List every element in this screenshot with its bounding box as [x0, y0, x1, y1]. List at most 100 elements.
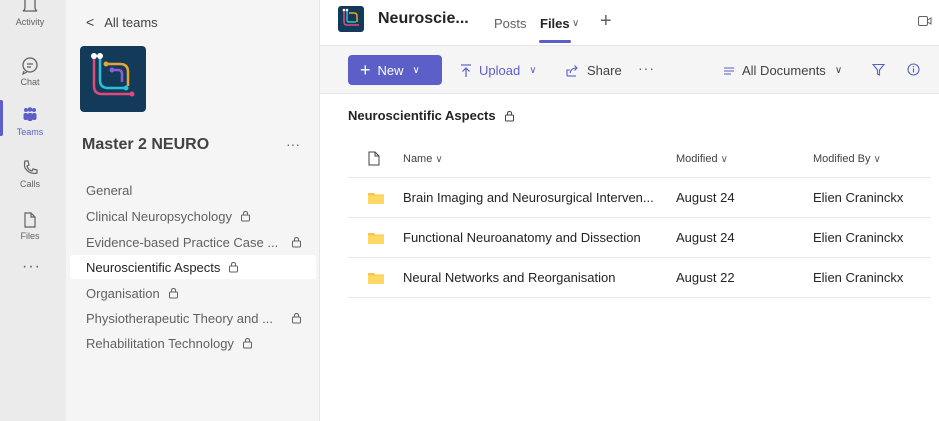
more-options-icon[interactable]: ··· [638, 60, 655, 76]
rail-item-chat[interactable]: Chat [0, 56, 60, 87]
file-modified-by: Elien Craninckx [813, 230, 904, 245]
folder-icon [368, 233, 384, 244]
file-modified: August 24 [676, 190, 735, 205]
channel-header: Neuroscie... Posts Files ∨ + [320, 0, 939, 46]
table-row[interactable]: Brain Imaging and Neurosurgical Interven… [348, 178, 930, 218]
team-avatar [80, 46, 146, 112]
upload-icon [461, 63, 471, 77]
new-label: New [377, 62, 404, 78]
video-call-icon[interactable] [918, 15, 932, 27]
tab-files[interactable]: Files [540, 16, 570, 31]
column-header-modified-by[interactable]: Modified By ∨ [813, 153, 881, 165]
rail-label: Teams [16, 127, 44, 137]
rail-label: Chat [20, 77, 40, 87]
view-label: All Documents [742, 63, 826, 78]
channel-item-neuroscientific-aspects[interactable]: Neuroscientific Aspects [70, 255, 316, 279]
upload-button[interactable]: Upload ∨ [460, 63, 537, 78]
chevron-left-icon: < [86, 14, 95, 30]
folder-icon [368, 273, 384, 284]
channel-item-rehabilitation-technology[interactable]: Rehabilitation Technology [70, 331, 316, 355]
chevron-down-icon: ∨ [720, 154, 728, 165]
phone-icon [23, 160, 38, 175]
file-name[interactable]: Neural Networks and Reorganisation [403, 270, 666, 285]
channel-item-general[interactable]: General [70, 178, 316, 202]
new-button[interactable]: + New ∨ [348, 55, 442, 85]
file-modified: August 24 [676, 230, 735, 245]
file-name[interactable]: Functional Neuroanatomy and Dissection [403, 230, 666, 245]
lock-icon [292, 312, 301, 324]
file-list-header: Name ∨ Modified ∨ Modified By ∨ [348, 140, 930, 178]
main-content: Neuroscie... Posts Files ∨ + + New ∨ Upl… [320, 0, 939, 421]
all-teams-link[interactable]: < All teams [86, 14, 158, 30]
lock-icon [242, 337, 252, 349]
file-modified-by: Elien Craninckx [813, 270, 904, 285]
table-row[interactable]: Neural Networks and Reorganisation Augus… [348, 258, 930, 298]
lock-icon [504, 110, 514, 121]
channel-item-evidence-based-practice[interactable]: Evidence-based Practice Case ... [70, 230, 316, 254]
active-tab-indicator [539, 40, 571, 43]
file-type-icon[interactable] [368, 151, 380, 166]
channel-avatar [338, 6, 364, 32]
view-selector[interactable]: All Documents ∨ [723, 63, 842, 78]
file-modified-by: Elien Craninckx [813, 190, 904, 205]
chevron-down-icon: ∨ [412, 64, 420, 76]
share-icon [566, 65, 578, 77]
rail-label: Activity [15, 17, 45, 27]
upload-label: Upload [479, 63, 521, 78]
channel-label: Evidence-based Practice Case ... [86, 234, 279, 250]
file-icon [24, 212, 36, 228]
list-view-icon [724, 66, 734, 75]
chat-icon [21, 57, 38, 76]
channel-item-organisation[interactable]: Organisation [70, 281, 316, 305]
column-header-label: Modified [676, 153, 718, 165]
rail-item-activity[interactable]: Activity [0, 0, 60, 27]
share-button[interactable]: Share [566, 63, 622, 78]
channel-title: Neuroscie... [378, 10, 469, 27]
app-rail: Activity Chat Teams Calls Files ··· [0, 0, 66, 421]
rail-item-calls[interactable]: Calls [0, 158, 60, 189]
more-apps-icon[interactable]: ··· [22, 258, 41, 276]
team-name: Master 2 NEURO [82, 136, 210, 153]
chevron-down-icon[interactable]: ∨ [572, 18, 579, 29]
channel-label: General [86, 182, 133, 198]
files-toolbar: + New ∨ Upload ∨ Share ··· All Documents… [320, 46, 939, 94]
chevron-down-icon: ∨ [529, 65, 537, 76]
add-tab-button[interactable]: + [600, 10, 612, 33]
channel-label: Clinical Neuropsychology [86, 208, 232, 224]
rail-item-teams[interactable]: Teams [0, 106, 60, 137]
table-row[interactable]: Functional Neuroanatomy and Dissection A… [348, 218, 930, 258]
chevron-down-icon: ∨ [873, 154, 881, 165]
lock-icon [240, 210, 250, 222]
chevron-down-icon: ∨ [834, 65, 843, 76]
channel-label: Rehabilitation Technology [86, 335, 234, 351]
bell-icon [22, 0, 38, 12]
channel-label: Organisation [86, 285, 160, 301]
channel-list-pane: < All teams Master 2 NEURO ··· General C… [66, 0, 320, 421]
lock-icon [168, 287, 178, 299]
plus-icon: + [360, 60, 371, 80]
column-header-label: Name [403, 153, 433, 165]
channel-item-physiotherapeutic-theory[interactable]: Physiotherapeutic Theory and ... [70, 306, 316, 330]
channel-label: Physiotherapeutic Theory and ... [86, 310, 273, 326]
circuit-logo-icon [342, 8, 359, 26]
channel-item-clinical-neuropsychology[interactable]: Clinical Neuropsychology [70, 204, 316, 228]
rail-label: Files [20, 231, 40, 241]
rail-item-files[interactable]: Files [0, 210, 60, 241]
column-header-label: Modified By [813, 153, 871, 165]
share-label: Share [587, 63, 622, 78]
file-list: Name ∨ Modified ∨ Modified By ∨ Brain Imagi… [348, 140, 930, 298]
folder-icon [368, 193, 384, 204]
column-header-name[interactable]: Name ∨ [403, 153, 443, 165]
lock-icon [292, 236, 301, 248]
lock-icon [229, 261, 239, 273]
tab-posts[interactable]: Posts [494, 16, 527, 31]
chevron-down-icon: ∨ [435, 154, 443, 165]
channel-label: Neuroscientific Aspects [86, 259, 221, 275]
filter-icon[interactable] [872, 63, 885, 76]
info-icon[interactable] [907, 63, 920, 76]
file-name[interactable]: Brain Imaging and Neurosurgical Interven… [403, 190, 666, 205]
rail-label: Calls [19, 179, 40, 189]
team-more-options-icon[interactable]: ··· [286, 136, 300, 152]
teams-icon [23, 107, 37, 121]
column-header-modified[interactable]: Modified ∨ [676, 153, 728, 165]
